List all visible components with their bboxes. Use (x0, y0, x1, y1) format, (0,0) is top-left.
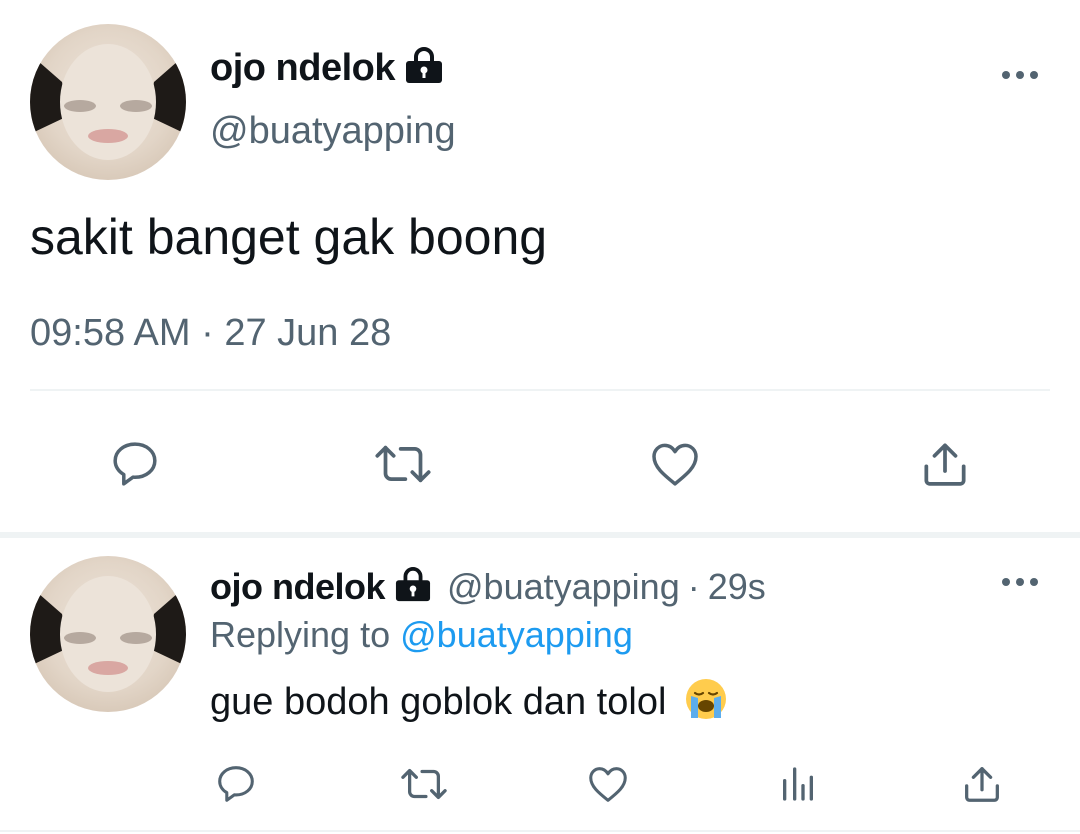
timestamp-separator: · (201, 312, 214, 354)
reply-separator: · (687, 566, 700, 607)
crying-emoji-icon (683, 676, 729, 732)
avatar[interactable] (30, 24, 186, 180)
reply-like-button[interactable] (580, 756, 636, 812)
divider (30, 389, 1050, 391)
reply-more-button[interactable] (990, 566, 1050, 598)
reply-icon (218, 766, 254, 802)
more-icon (1002, 71, 1038, 79)
reply-retweet-button[interactable] (394, 756, 454, 812)
reply-text: gue bodoh goblok dan tolol (210, 681, 667, 724)
like-icon (589, 767, 627, 802)
share-icon (924, 443, 966, 486)
reply-share-button[interactable] (954, 756, 1010, 812)
tweet-time[interactable]: 09:58 AM (30, 312, 191, 354)
share-button[interactable] (910, 432, 980, 496)
handle[interactable]: @buatyapping (210, 110, 456, 153)
reply-reply-button[interactable] (208, 756, 264, 812)
tweet-date[interactable]: 27 Jun 28 (224, 312, 391, 354)
share-icon (965, 767, 999, 802)
like-button[interactable] (640, 432, 710, 496)
lock-icon (393, 566, 433, 608)
tweet-timestamp: 09:58 AM · 27 Jun 28 (30, 312, 391, 355)
reply-age[interactable]: 29s (708, 566, 766, 608)
display-name[interactable]: ojo ndelok (210, 47, 396, 90)
reply-display-name[interactable]: ojo ndelok (210, 566, 386, 608)
reply-analytics-button[interactable] (770, 756, 826, 812)
reply-avatar[interactable] (30, 556, 186, 712)
section-divider (0, 532, 1080, 538)
tweet-text: sakit banget gak boong (30, 209, 548, 265)
avatar-image (30, 576, 186, 692)
reply-text-row: gue bodoh goblok dan tolol (210, 676, 729, 732)
more-button[interactable] (990, 58, 1050, 92)
avatar-image (30, 44, 186, 160)
reply-button[interactable] (100, 432, 170, 496)
reply-handle[interactable]: @buatyapping (447, 566, 680, 608)
analytics-icon (783, 767, 813, 801)
lock-icon (403, 46, 445, 90)
retweet-icon (375, 445, 431, 483)
replying-label: Replying to (210, 614, 391, 655)
bottom-divider (0, 830, 1080, 832)
more-icon (1002, 578, 1038, 586)
like-icon (652, 443, 698, 486)
retweet-button[interactable] (366, 432, 440, 496)
retweet-icon (401, 768, 447, 800)
replying-to: Replying to @buatyapping (210, 614, 633, 656)
replying-handle-link[interactable]: @buatyapping (400, 614, 633, 655)
reply-icon (113, 442, 157, 486)
